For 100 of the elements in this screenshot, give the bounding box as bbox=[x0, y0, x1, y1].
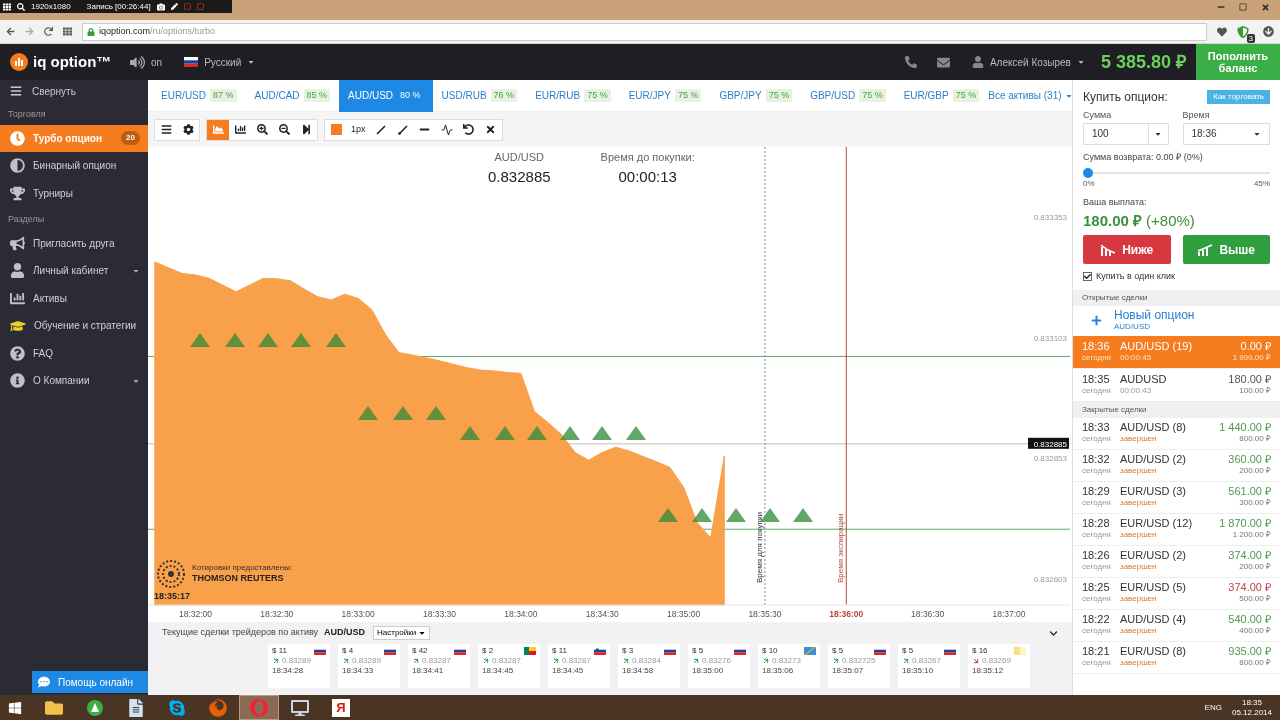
asset-tab[interactable]: GBP/USD 75 % bbox=[801, 79, 895, 112]
menu-item-label: Личный кабинет bbox=[33, 264, 110, 279]
clock-icon bbox=[10, 130, 25, 146]
language-select[interactable]: Русский bbox=[184, 54, 256, 70]
download-icon[interactable] bbox=[1263, 26, 1274, 37]
deal-row[interactable]: 18:28 сегодня EUR/USD (12) завершен 1 870.00 ₽ 1 200.00 ₽ bbox=[1073, 513, 1280, 546]
asset-tab[interactable]: EUR/JPY 75 % bbox=[619, 79, 711, 112]
traders-title: Текущие сделки трейдеров по активу bbox=[162, 626, 318, 640]
asset-tab[interactable]: AUD/CAD 85 % bbox=[245, 79, 340, 112]
y-axis-label: 0.832603 bbox=[1033, 575, 1067, 584]
deal-time: 18:26 bbox=[1082, 550, 1111, 561]
shield-icon[interactable] bbox=[1237, 25, 1249, 38]
slider-thumb[interactable] bbox=[1083, 168, 1093, 178]
menu-item[interactable]: FAQ bbox=[0, 339, 148, 367]
area-chart-icon bbox=[212, 124, 224, 135]
deal-row[interactable]: 18:32 сегодня AUD/USD (2) завершен 360.00 ₽ 200.00 ₽ bbox=[1073, 449, 1280, 482]
chart-clock: 18:35:17 bbox=[154, 590, 191, 603]
time-select[interactable]: 18:36 bbox=[1182, 122, 1270, 145]
trade-time: 18:34:41 bbox=[412, 666, 445, 676]
payout-percent-label: 80 % bbox=[399, 88, 422, 102]
user-menu[interactable]: Алексей Козырев bbox=[971, 54, 1085, 70]
sound-toggle[interactable]: on bbox=[130, 54, 163, 70]
slider-max-label: 45% bbox=[1254, 178, 1270, 190]
taskbar-app[interactable]: Я bbox=[321, 695, 361, 720]
checkbox-label[interactable]: Купить в один клик bbox=[1096, 270, 1176, 284]
deal-status: завершен bbox=[1120, 433, 1158, 444]
menu-item[interactable]: Активы bbox=[0, 284, 148, 312]
amount-label: Сумма bbox=[1083, 109, 1113, 122]
deal-row[interactable]: 18:29 сегодня EUR/USD (3) завершен 561.00 ₽ 300.00 ₽ bbox=[1073, 481, 1280, 514]
deal-row[interactable]: 18:22 сегодня AUD/USD (4) завершен 540.00 ₽ 400.00 ₽ bbox=[1073, 609, 1280, 642]
reload-icon[interactable] bbox=[44, 27, 53, 36]
amount-field[interactable]: 100 bbox=[1083, 122, 1169, 145]
menu-item[interactable]: Турбо опцион 20 bbox=[0, 124, 148, 152]
trade-time: 18:35:07 bbox=[832, 666, 865, 676]
deal-row[interactable]: 18:26 сегодня EUR/USD (2) завершен 374.00 ₽ 200.00 ₽ bbox=[1073, 545, 1280, 578]
logo-text: iq option™ bbox=[33, 51, 112, 72]
deal-asset: EUR/USD (3) bbox=[1120, 486, 1187, 497]
heart-icon[interactable] bbox=[1217, 26, 1227, 37]
deal-status: завершен bbox=[1120, 625, 1158, 636]
menu-item[interactable]: Турниры bbox=[0, 179, 148, 207]
menu-item[interactable]: Бинарный опцион bbox=[0, 152, 148, 180]
asset-tab[interactable]: EUR/GBP 75 % bbox=[894, 79, 989, 112]
asset-tab[interactable]: EUR/RUB 75 % bbox=[526, 79, 620, 112]
stop-icon bbox=[183, 3, 191, 10]
asset-tab[interactable]: AUD/USD 80 % bbox=[339, 79, 433, 112]
menu-item[interactable]: О Компании bbox=[0, 367, 148, 395]
clock-time: 18:35 bbox=[1241, 697, 1262, 708]
asset-tab[interactable]: EUR/USD 87 % bbox=[152, 79, 246, 112]
asset-tab[interactable]: USD/RUB 76 % bbox=[432, 79, 527, 112]
deal-status: завершен bbox=[1120, 657, 1158, 668]
deal-timer: 00:00:45 bbox=[1120, 351, 1153, 363]
menu-item-label: Турниры bbox=[33, 186, 74, 201]
close-icon bbox=[485, 124, 496, 135]
minimize-icon[interactable] bbox=[1217, 3, 1225, 11]
menu-item-label: Бинарный опцион bbox=[33, 159, 118, 174]
menu-item[interactable]: Обучение и стратегии bbox=[0, 312, 148, 340]
section-title: Разделы bbox=[7, 213, 46, 226]
deal-amount: 1 440.00 ₽ bbox=[1219, 422, 1271, 433]
settings-dropdown[interactable]: Настройки bbox=[373, 626, 431, 640]
deal-amount: 180.00 ₽ bbox=[1228, 373, 1271, 385]
open-deals-title: Открытые сделки bbox=[1082, 291, 1148, 304]
deal-row[interactable]: 18:21 сегодня EUR/USD (8) завершен 935.00 ₽ 800.00 ₽ bbox=[1073, 641, 1280, 674]
x-axis-label: 18:34:30 bbox=[585, 609, 619, 619]
deal-row[interactable]: 18:25 сегодня EUR/USD (5) завершен 374.00 ₽ 500.00 ₽ bbox=[1073, 577, 1280, 610]
all-assets-link[interactable]: Все активы (31) bbox=[988, 88, 1073, 103]
chat-icon bbox=[38, 676, 50, 688]
apps-icon[interactable] bbox=[63, 27, 72, 36]
deal-status: завершен bbox=[1120, 529, 1158, 540]
back-icon[interactable] bbox=[6, 27, 15, 36]
skip-end-icon bbox=[300, 124, 312, 135]
deal-row[interactable]: 18:35 сегодня AUDUSD 00:00:43 180.00 ₽ 100.00 ₽ bbox=[1073, 368, 1280, 402]
deal-day: сегодня bbox=[1082, 465, 1120, 476]
phone-icon[interactable] bbox=[904, 56, 917, 68]
chevron-icon[interactable] bbox=[1049, 628, 1058, 638]
refund-slider[interactable] bbox=[1083, 168, 1270, 178]
menu-item[interactable]: Личный кабинет bbox=[0, 257, 148, 285]
deal-asset: AUDUSD bbox=[1120, 373, 1168, 385]
new-option-row[interactable]: Новый опцион AUD/USD bbox=[1073, 305, 1280, 336]
timer-value: 00:00:13 bbox=[618, 166, 677, 187]
menu-item[interactable]: Пригласить друга bbox=[0, 229, 148, 257]
language-indicator[interactable]: ENG bbox=[1204, 701, 1222, 714]
trade-time: 18:34:45 bbox=[552, 666, 585, 676]
zoom-out-icon bbox=[278, 124, 290, 135]
help-chat-button[interactable]: Помощь онлайн bbox=[32, 671, 148, 693]
put-button[interactable]: Ниже bbox=[1083, 235, 1171, 264]
deal-stake: 200.00 ₽ bbox=[1239, 561, 1271, 572]
close-icon[interactable] bbox=[1261, 3, 1270, 12]
asset-tab[interactable]: GBP/JPY 75 % bbox=[710, 79, 802, 112]
payout-label: Ваша выплата: bbox=[1083, 196, 1148, 209]
ray-icon bbox=[397, 124, 408, 135]
time-label: Время bbox=[1182, 109, 1211, 122]
caret-icon bbox=[418, 629, 427, 637]
collapse-button[interactable]: Свернуть bbox=[0, 80, 148, 102]
deal-row[interactable]: 18:33 сегодня AUD/USD (8) завершен 1 440.00 ₽ 800.00 ₽ bbox=[1073, 417, 1280, 450]
mail-icon[interactable] bbox=[936, 55, 950, 69]
checkbox[interactable] bbox=[1083, 272, 1092, 282]
payout-percent-label: 76 % bbox=[490, 88, 518, 103]
rising-chart-icon bbox=[1197, 243, 1214, 256]
y-axis-label: 0.833103 bbox=[1033, 333, 1067, 343]
line-width-button[interactable]: 1px bbox=[347, 119, 370, 140]
